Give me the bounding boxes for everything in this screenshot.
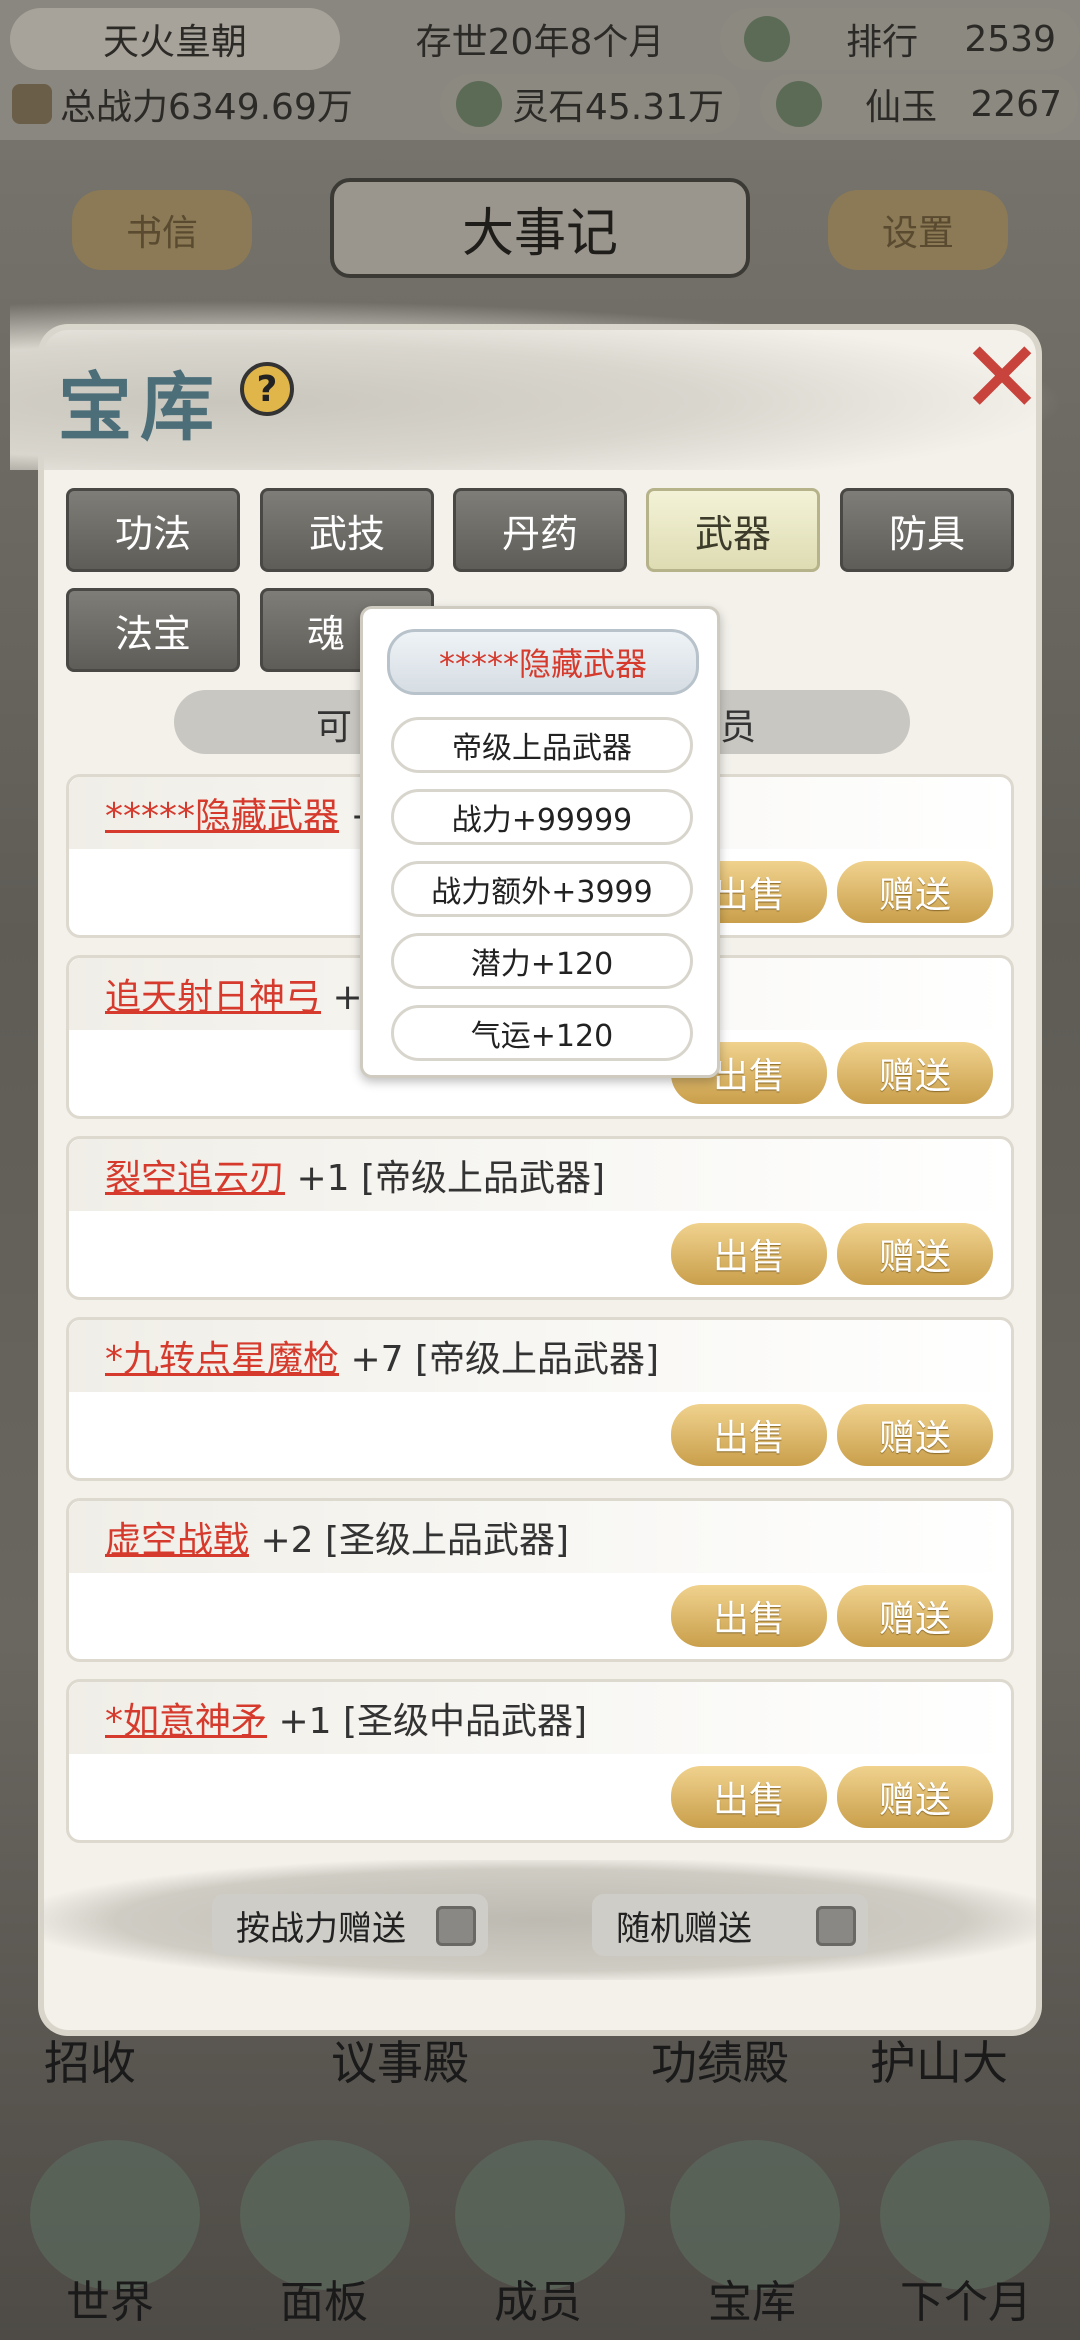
gift-button[interactable]: 赠送 [837,1223,993,1285]
bottom-navigation: 世界 面板 成员 宝库 下个月 [0,2140,1080,2340]
item-name-link[interactable]: *****隐藏武器 [105,796,339,837]
dialog-title: 宝库 [58,365,222,451]
power-icon [12,84,52,124]
tab-armor[interactable]: 防具 [840,488,1014,572]
tooltip-line: 气运+120 [391,1005,693,1061]
item-name-link[interactable]: *九转点星魔枪 [105,1339,339,1380]
rank-value: 2539 [964,18,1056,60]
letters-button[interactable]: 书信 [72,190,252,270]
item-detail: +1 [圣级中品武器] [267,1701,588,1742]
list-item: *九转点星魔枪 +7 [帝级上品武器] 出售 赠送 [66,1317,1014,1481]
item-detail: +7 [帝级上品武器] [339,1339,660,1380]
filter-text-right: 员 [720,707,757,748]
tooltip-line: 战力+99999 [391,789,693,845]
item-detail: + [321,977,363,1018]
total-power-text: 总战力6349.69万 [60,87,353,128]
item-detail: +2 [圣级上品武器] [249,1520,570,1561]
gift-by-power-option[interactable]: 按战力赠送 [212,1894,488,1956]
tooltip-line: 帝级上品武器 [391,717,693,773]
tooltip-title: *****隐藏武器 [387,629,699,695]
gift-button[interactable]: 赠送 [837,1042,993,1104]
sell-button[interactable]: 出售 [671,1223,827,1285]
event-header: 书信 大事记 设置 [0,150,1080,300]
gift-button[interactable]: 赠送 [837,1404,993,1466]
random-gift-option[interactable]: 随机赠送 [592,1894,868,1956]
tab-martial-skills[interactable]: 武技 [260,488,434,572]
gift-by-power-checkbox[interactable] [436,1906,476,1946]
item-line: *如意神矛 +1 [圣级中品武器] [105,1692,587,1744]
item-line: 虚空战戟 +2 [圣级上品武器] [105,1511,569,1563]
events-title[interactable]: 大事记 [330,178,750,278]
spirit-stone-counter[interactable]: 灵石 45.31万 [440,74,740,134]
nav-treasury[interactable]: 宝库 [662,2266,842,2330]
sell-button[interactable]: 出售 [671,1766,827,1828]
item-tooltip: *****隐藏武器 帝级上品武器 战力+99999 战力额外+3999 潜力+1… [360,606,720,1078]
item-detail: +1 [帝级上品武器] [285,1158,606,1199]
tab-pills[interactable]: 丹药 [453,488,627,572]
random-gift-checkbox[interactable] [816,1906,856,1946]
tooltip-line: 潜力+120 [391,933,693,989]
filter-text-left: 可 [316,707,353,748]
spirit-stone-value: 45.31万 [584,87,724,128]
rank-icon [744,16,790,62]
gift-button[interactable]: 赠送 [837,1766,993,1828]
gift-by-power-label: 按战力赠送 [236,1908,406,1949]
top-status-bar: 天火皇朝 存世20年8个月 排行 2539 总战力6349.69万 灵石 45.… [0,0,1080,140]
close-icon[interactable]: ✕ [956,328,1048,428]
immortal-jade-icon [776,81,822,127]
nav-panel[interactable]: 面板 [234,2266,414,2330]
nav-next-month[interactable]: 下个月 [876,2266,1056,2330]
spirit-stone-label: 灵石 [512,87,585,128]
immortal-jade-counter[interactable]: 仙玉 2267 [760,74,1078,134]
sect-name: 天火皇朝 [10,8,340,70]
immortal-jade-value: 2267 [970,83,1062,125]
tab-techniques[interactable]: 功法 [66,488,240,572]
item-line: *九转点星魔枪 +7 [帝级上品武器] [105,1330,659,1382]
options-bar [40,1860,1040,1980]
item-line: *****隐藏武器 + [105,787,381,839]
rank-label: 排行 [846,22,919,63]
tab-weapons[interactable]: 武器 [646,488,820,572]
gift-button[interactable]: 赠送 [837,861,993,923]
rank-button[interactable]: 排行 2539 [720,8,1080,70]
sell-button[interactable]: 出售 [671,1404,827,1466]
sell-button[interactable]: 出售 [671,1585,827,1647]
item-line: 裂空追云刃 +1 [帝级上品武器] [105,1149,605,1201]
list-item: 虚空战戟 +2 [圣级上品武器] 出售 赠送 [66,1498,1014,1662]
list-item: *如意神矛 +1 [圣级中品武器] 出售 赠送 [66,1679,1014,1843]
tooltip-line: 战力额外+3999 [391,861,693,917]
item-name-link[interactable]: 虚空战戟 [105,1520,249,1561]
tab-treasures[interactable]: 法宝 [66,588,240,672]
item-name-link[interactable]: *如意神矛 [105,1701,267,1742]
immortal-jade-label: 仙玉 [865,87,938,128]
gift-button[interactable]: 赠送 [837,1585,993,1647]
spirit-stone-icon [456,81,502,127]
help-icon[interactable]: ? [240,362,294,416]
list-item: 裂空追云刃 +1 [帝级上品武器] 出售 赠送 [66,1136,1014,1300]
total-power: 总战力6349.69万 [12,74,353,134]
settings-button[interactable]: 设置 [828,190,1008,270]
nav-world[interactable]: 世界 [20,2266,200,2330]
item-name-link[interactable]: 追天射日神弓 [105,977,321,1018]
sect-age: 存世20年8个月 [415,22,665,63]
nav-members[interactable]: 成员 [448,2266,628,2330]
item-line: 追天射日神弓 + [105,968,363,1020]
random-gift-label: 随机赠送 [616,1908,752,1949]
item-name-link[interactable]: 裂空追云刃 [105,1158,285,1199]
